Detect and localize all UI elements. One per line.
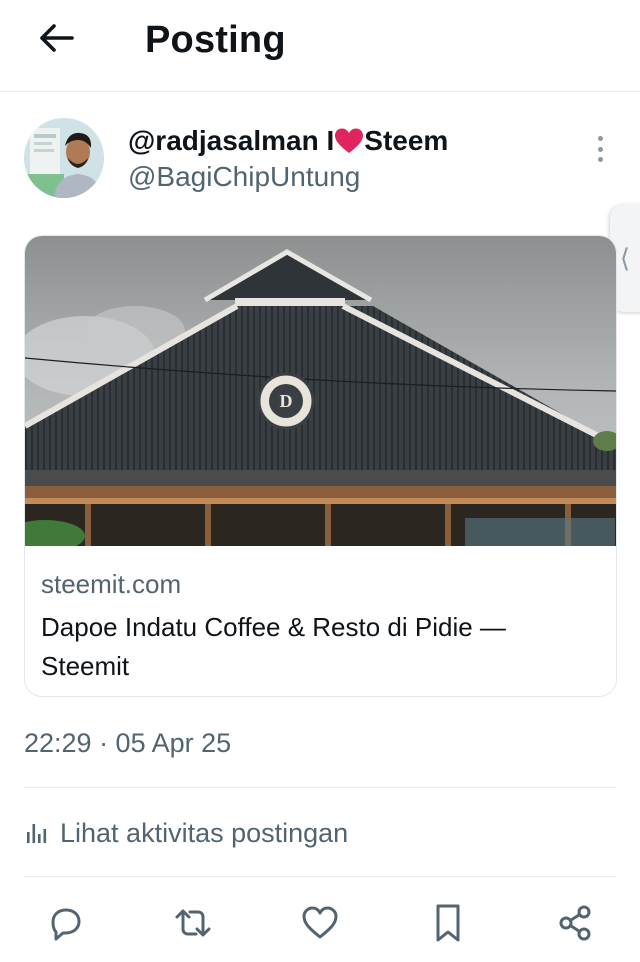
building-photo: D [25, 236, 616, 546]
arrow-left-icon [40, 24, 74, 52]
reply-icon [51, 908, 81, 941]
post-author: @radjasalman I Steem @BagiChipUntung [24, 118, 624, 198]
back-button[interactable] [34, 18, 78, 58]
display-name-prefix: @radjasalman I [128, 125, 335, 156]
like-button[interactable] [295, 898, 345, 948]
post-action-bar [0, 898, 640, 952]
share-icon [559, 905, 591, 941]
top-app-bar: Posting [0, 0, 640, 92]
card-domain: steemit.com [41, 569, 182, 599]
display-name-suffix: Steem [364, 125, 449, 156]
chevron-left-icon: ⟨ [619, 242, 631, 273]
bar-chart-icon [27, 824, 47, 843]
more-vertical-icon[interactable] [590, 132, 610, 166]
divider [24, 876, 616, 877]
heart-outline-icon [302, 906, 338, 939]
bookmark-button[interactable] [423, 898, 473, 948]
avatar-photo [24, 118, 104, 198]
link-preview-card[interactable]: D steemit.com Dapoe Indatu Coffee & Rest… [24, 235, 617, 697]
repost-button[interactable] [168, 898, 218, 948]
view-activity-link[interactable]: Lihat aktivitas postingan [24, 815, 348, 851]
repost-icon [175, 909, 211, 937]
display-name[interactable]: @radjasalman I Steem [128, 124, 448, 158]
post-timestamp[interactable]: 22:29 · 05 Apr 25 [24, 726, 231, 760]
red-heart-emoji [335, 128, 364, 153]
divider [24, 787, 616, 788]
reply-button[interactable] [40, 898, 90, 948]
activity-label: Lihat aktivitas postingan [60, 818, 349, 848]
bookmark-icon [436, 904, 460, 942]
user-handle[interactable]: @BagiChipUntung [128, 160, 360, 194]
card-title: Dapoe Indatu Coffee & Resto di Pidie — S… [41, 612, 506, 681]
avatar[interactable] [24, 118, 104, 198]
share-button[interactable] [550, 898, 600, 948]
page-title: Posting [145, 19, 286, 61]
svg-text:D: D [280, 391, 293, 411]
